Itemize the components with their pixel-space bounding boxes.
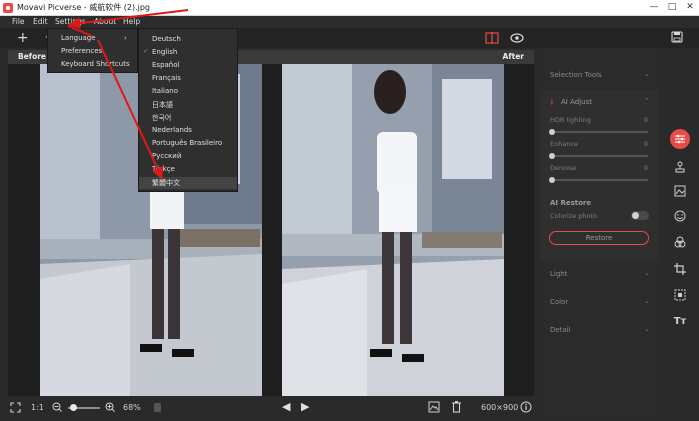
window-title: Movavi Picverse - 威航软件 (2).jpg (17, 3, 151, 12)
language-submenu: ✓ Deutsch English Español Français Itali… (138, 28, 238, 192)
ai-restore-title: AI Restore (550, 199, 592, 207)
submenu-arrow-icon: › (124, 34, 127, 42)
compare-split-icon[interactable] (485, 32, 499, 44)
menu-about[interactable]: About (94, 16, 116, 28)
slider-value-denoise: 0 (643, 164, 648, 172)
language-item[interactable]: Español (152, 61, 179, 69)
language-item[interactable]: Français (152, 74, 181, 82)
ai-adjust-title[interactable]: AI Adjust (561, 98, 592, 106)
denoise-slider-handle[interactable] (549, 177, 555, 183)
colorize-label: Colorize photo (550, 212, 598, 220)
enhance-slider-handle[interactable] (549, 153, 555, 159)
language-item[interactable]: 繁體中文 (152, 178, 180, 188)
eye-icon[interactable] (510, 32, 524, 44)
ai-adjust-icon: ⸸ (550, 98, 554, 107)
restore-button[interactable]: Restore (549, 231, 649, 245)
color-circles-icon[interactable] (670, 232, 690, 252)
chevron-down-icon[interactable]: ⌄ (644, 325, 650, 333)
actual-size-button[interactable]: 1:1 (31, 403, 44, 412)
frame-icon[interactable] (670, 285, 690, 305)
light-section[interactable]: Light (550, 270, 567, 278)
menu-item-keyboard-shortcuts[interactable]: Keyboard Shortcuts (61, 60, 130, 68)
selection-tools-section[interactable]: Selection Tools (550, 71, 602, 79)
after-photo (282, 64, 504, 396)
image-icon[interactable] (670, 181, 690, 201)
app-logo-icon (3, 3, 13, 13)
language-item[interactable]: Português Brasileiro (152, 139, 222, 147)
zoom-out-icon[interactable] (52, 402, 62, 412)
chevron-down-icon[interactable]: ⌄ (644, 297, 650, 305)
save-icon[interactable] (671, 31, 683, 43)
menu-help[interactable]: Help (123, 16, 140, 28)
zoom-slider-track[interactable] (68, 404, 100, 411)
language-item[interactable]: English (152, 48, 177, 56)
zoom-slider-handle[interactable] (69, 404, 77, 411)
language-item[interactable]: 日本語 (152, 100, 173, 110)
detail-section[interactable]: Detail (550, 326, 571, 334)
slider-label-hdr: HDR lighting (550, 116, 591, 124)
denoise-slider[interactable] (549, 177, 648, 183)
adjustments-panel: Selection Tools ⌄ ⸸ AI Adjust ⌃ HDR ligh… (540, 50, 660, 420)
menu-bar: File Edit Settings About Help (0, 16, 699, 28)
slider-label-denoise: Denoise (550, 164, 577, 172)
before-label: Before (18, 52, 47, 61)
colorize-toggle[interactable] (631, 211, 649, 220)
hand-icon[interactable] (153, 401, 162, 413)
after-label: After (502, 52, 524, 61)
menu-item-preferences[interactable]: Preferences (61, 47, 102, 55)
photo-workarea (8, 64, 534, 396)
language-item[interactable]: 한국어 (152, 113, 171, 123)
menu-settings[interactable]: Settings (55, 16, 86, 28)
zoom-level: 68% (123, 403, 141, 412)
hdr-slider-handle[interactable] (549, 129, 555, 135)
maximize-button[interactable]: □ (663, 0, 681, 16)
info-icon[interactable] (520, 401, 532, 413)
next-image-icon[interactable]: ▶ (301, 400, 309, 413)
close-button[interactable]: ✕ (681, 0, 699, 16)
menu-file[interactable]: File (12, 16, 25, 28)
fit-screen-icon[interactable] (10, 402, 21, 413)
tool-strip: Tт (660, 50, 699, 420)
menu-item-language[interactable]: Language (61, 34, 96, 42)
gallery-icon[interactable] (428, 401, 440, 413)
bottom-bar: 1:1 68% ◀ ▶ 600×900 (0, 396, 540, 420)
window-title-bar: Movavi Picverse - 威航软件 (2).jpg — □ ✕ (0, 0, 699, 16)
language-item[interactable]: Nederlands (152, 126, 192, 134)
chevron-down-icon[interactable]: ⌄ (644, 70, 650, 78)
language-item[interactable]: Italiano (152, 87, 178, 95)
add-icon[interactable]: + (17, 31, 29, 45)
previous-image-icon[interactable]: ◀ (282, 400, 290, 413)
text-icon[interactable]: Tт (670, 312, 690, 332)
slider-value-enhance: 0 (643, 140, 648, 148)
crop-icon[interactable] (670, 259, 690, 279)
menu-edit[interactable]: Edit (33, 16, 48, 28)
chevron-up-icon[interactable]: ⌃ (644, 97, 650, 105)
stamp-icon[interactable] (670, 157, 690, 177)
slider-label-enhance: Enhance (550, 140, 579, 148)
trash-icon[interactable] (451, 400, 462, 413)
zoom-in-icon[interactable] (105, 402, 115, 412)
hdr-slider[interactable] (549, 129, 648, 135)
language-item[interactable]: Deutsch (152, 35, 181, 43)
language-item[interactable]: Türkçe (152, 165, 175, 173)
sliders-icon[interactable] (670, 129, 690, 149)
settings-dropdown: Language › Preferences Keyboard Shortcut… (47, 28, 138, 73)
face-icon[interactable] (670, 206, 690, 226)
image-dimensions: 600×900 (481, 403, 519, 412)
color-section[interactable]: Color (550, 298, 568, 306)
slider-value-hdr: 0 (643, 116, 648, 124)
colorize-toggle-knob (632, 212, 639, 219)
language-item[interactable]: Русский (152, 152, 181, 160)
chevron-down-icon[interactable]: ⌄ (644, 269, 650, 277)
minimize-button[interactable]: — (645, 0, 663, 16)
enhance-slider[interactable] (549, 153, 648, 159)
checkmark-icon: ✓ (143, 47, 149, 55)
